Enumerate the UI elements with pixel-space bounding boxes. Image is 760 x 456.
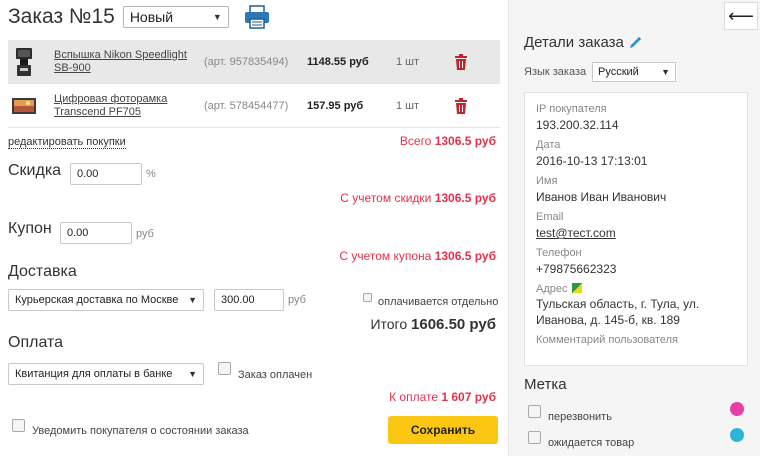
delivery-label: Доставка	[8, 263, 77, 280]
payment-value: Квитанция для оплаты в банке	[15, 368, 173, 380]
phone-value: +79875662323	[536, 262, 617, 276]
tag-icon	[730, 402, 744, 416]
details-title: Детали заказа	[524, 34, 642, 51]
save-button[interactable]: Сохранить	[388, 416, 498, 444]
coupon-label: Купон	[8, 220, 52, 237]
grand-total-value: 1606.50 руб	[411, 316, 496, 333]
order-language-value: Русский	[598, 66, 639, 78]
grand-total: Итого 1606.50 руб	[370, 316, 496, 333]
address-label: Адрес	[536, 283, 568, 295]
pencil-icon[interactable]	[628, 36, 642, 50]
product-thumbnail	[11, 47, 37, 77]
discount-unit: %	[146, 168, 156, 180]
order-items: Вспышка Nikon Speedlight SB-900 (арт. 95…	[8, 40, 500, 128]
title-row: Заказ №15 Новый ▼	[8, 4, 271, 30]
item-qty: 1 шт	[396, 55, 420, 68]
payment-select[interactable]: Квитанция для оплаты в банке ▼	[8, 363, 204, 385]
item-price: 157.95 руб	[307, 99, 364, 112]
map-icon[interactable]	[571, 283, 582, 293]
separate-payment-checkbox[interactable]	[363, 293, 372, 302]
to-pay-label: К оплате	[389, 390, 439, 404]
to-pay-value: 1 607 руб	[441, 390, 496, 404]
subtotal-label: Всего	[399, 134, 432, 148]
subtotal-value: 1306.5 руб	[434, 134, 496, 148]
coupon-unit: руб	[136, 228, 154, 240]
email-link[interactable]: test@тест.com	[536, 225, 616, 241]
mark-label: перезвонить	[548, 411, 612, 423]
order-language-select[interactable]: Русский ▼	[592, 62, 676, 82]
chevron-down-icon: ▼	[212, 12, 222, 22]
item-name-link[interactable]: Цифровая фоторамка Transcend PF705	[54, 93, 204, 119]
discount-total: С учетом скидки 1306.5 руб	[340, 191, 496, 205]
coupon-input[interactable]: 0.00	[60, 222, 132, 244]
tag-icon	[730, 428, 744, 442]
order-paid-checkbox[interactable]	[218, 362, 231, 375]
delivery-cost-input[interactable]: 300.00	[214, 289, 284, 311]
order-paid-label: Заказ оплачен	[238, 369, 313, 381]
ip-value: 193.200.32.114	[536, 118, 619, 132]
status-select[interactable]: Новый ▼	[122, 6, 229, 28]
mark-checkbox[interactable]	[528, 431, 541, 444]
payment-label: Оплата	[8, 334, 64, 351]
date-label: Дата	[536, 139, 561, 151]
address-label-wrap: Адрес	[536, 283, 582, 295]
to-pay: К оплате 1 607 руб	[389, 390, 496, 404]
mark-checkbox[interactable]	[528, 405, 541, 418]
discount-label: Скидка	[8, 162, 62, 179]
page-title: Заказ №15	[8, 5, 115, 28]
trash-icon[interactable]	[454, 97, 468, 114]
chevron-down-icon: ▼	[188, 369, 197, 379]
notify-checkbox[interactable]	[12, 419, 25, 432]
order-form: Заказ №15 Новый ▼ Вспышка Nikon Speedlig…	[0, 0, 508, 456]
discount-total-label: С учетом скидки	[340, 191, 432, 205]
marks-title: Метка	[524, 376, 567, 393]
item-sku: (арт. 578454477)	[204, 99, 289, 112]
list-item: Цифровая фоторамка Transcend PF705 (арт.…	[8, 84, 500, 128]
separate-payment-label: оплачивается отдельно	[378, 296, 499, 308]
phone-label: Телефон	[536, 247, 582, 259]
mark-label: ожидается товар	[548, 437, 635, 449]
comment-label: Комментарий пользователя	[536, 334, 678, 346]
name-label: Имя	[536, 175, 558, 187]
order-language-label: Язык заказа	[524, 66, 587, 78]
item-price: 1148.55 руб	[307, 55, 369, 68]
chevron-down-icon: ▼	[188, 295, 197, 305]
product-thumbnail	[11, 91, 37, 121]
notify-label: Уведомить покупателя о состоянии заказа	[32, 425, 249, 437]
status-value: Новый	[129, 9, 174, 25]
coupon-total-value: 1306.5 руб	[434, 249, 496, 263]
item-sku: (арт. 957835494)	[204, 55, 289, 68]
list-item: Вспышка Nikon Speedlight SB-900 (арт. 95…	[8, 40, 500, 84]
edit-purchases-link[interactable]: редактировать покупки	[8, 136, 126, 149]
delivery-value: Курьерская доставка по Москве	[15, 294, 179, 306]
address-value: Тульская область, г. Тула, ул. Иванова, …	[536, 297, 700, 327]
discount-total-value: 1306.5 руб	[434, 191, 496, 205]
back-button[interactable]: ⟵	[724, 2, 758, 30]
delivery-unit: руб	[288, 294, 306, 306]
item-name-link[interactable]: Вспышка Nikon Speedlight SB-900	[54, 49, 204, 75]
printer-icon[interactable]	[243, 5, 271, 29]
item-qty: 1 шт	[396, 99, 420, 112]
date-value: 2016-10-13 17:13:01	[536, 154, 648, 168]
details-title-text: Детали заказа	[524, 34, 624, 51]
chevron-down-icon: ▼	[661, 67, 670, 77]
trash-icon[interactable]	[454, 53, 468, 70]
name-value: Иванов Иван Иванович	[536, 190, 667, 204]
delivery-select[interactable]: Курьерская доставка по Москве ▼	[8, 289, 204, 311]
subtotal: Всего 1306.5 руб	[400, 134, 496, 148]
grand-total-label: Итого	[370, 316, 408, 332]
coupon-total-label: С учетом купона	[339, 249, 432, 263]
coupon-total: С учетом купона 1306.5 руб	[339, 249, 496, 263]
discount-input[interactable]: 0.00	[70, 163, 142, 185]
email-label: Email	[536, 211, 564, 223]
ip-label: IP покупателя	[536, 103, 607, 115]
customer-info: IP покупателя 193.200.32.114 Дата 2016-1…	[524, 92, 748, 366]
